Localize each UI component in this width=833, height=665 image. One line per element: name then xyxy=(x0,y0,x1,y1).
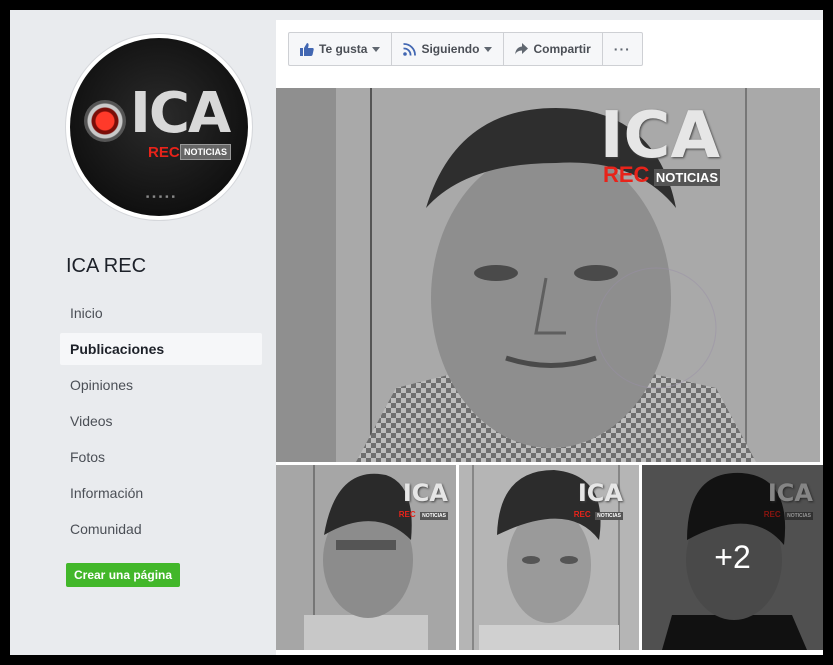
create-page-button[interactable]: Crear una página xyxy=(66,563,181,587)
logo-rec-text: REC xyxy=(148,144,180,161)
logo-noticias-text: NOTICIAS xyxy=(180,144,232,160)
sidebar-item-videos[interactable]: Videos xyxy=(60,405,262,437)
page-avatar[interactable]: ICA REC NOTICIAS ■ ■ ■ ■ ■ xyxy=(66,34,252,220)
logo-ica-text: ICA xyxy=(130,81,231,146)
more-options-button[interactable]: ··· xyxy=(603,33,642,65)
record-icon xyxy=(84,100,126,142)
thumbs-up-icon xyxy=(300,42,314,56)
watermark-noticias: NOTICIAS xyxy=(653,169,720,186)
sidebar-item-publicaciones[interactable]: Publicaciones xyxy=(60,333,262,365)
sidebar-item-informacion[interactable]: Información xyxy=(60,477,262,509)
portrait-photo-image xyxy=(276,88,820,462)
action-button-group: Te gusta Siguiendo Compartir ··· xyxy=(288,32,643,66)
avatar-decoration: ■ ■ ■ ■ ■ xyxy=(146,194,176,200)
chevron-down-icon xyxy=(484,46,493,52)
post-photo-main[interactable]: ICA REC NOTICIAS xyxy=(276,88,820,462)
sidebar-item-inicio[interactable]: Inicio xyxy=(60,297,262,329)
post-photo-thumb-1[interactable]: ICA REC NOTICIAS xyxy=(276,465,456,650)
watermark-rec: REC xyxy=(398,510,416,519)
more-photos-overlay[interactable]: +2 xyxy=(642,465,823,650)
watermark-rec: REC xyxy=(573,510,591,519)
page-actions-bar: Te gusta Siguiendo Compartir ··· xyxy=(276,20,823,80)
share-label: Compartir xyxy=(533,42,591,56)
more-photos-count: +2 xyxy=(714,539,751,575)
post-photo-thumb-2[interactable]: ICA REC NOTICIAS xyxy=(459,465,639,650)
sidebar-item-comunidad[interactable]: Comunidad xyxy=(60,513,262,545)
facebook-page-frame: ICA REC NOTICIAS ■ ■ ■ ■ ■ ICA REC Inici… xyxy=(10,10,823,655)
like-button[interactable]: Te gusta xyxy=(289,33,393,65)
chevron-down-icon xyxy=(372,46,381,52)
photo-watermark: ICA REC NOTICIAS xyxy=(600,104,720,186)
share-arrow-icon xyxy=(515,43,529,55)
sidebar-item-opiniones[interactable]: Opiniones xyxy=(60,369,262,401)
following-button[interactable]: Siguiendo xyxy=(392,33,505,65)
photo-watermark: ICA REC NOTICIAS xyxy=(574,481,623,521)
page-title[interactable]: ICA REC xyxy=(66,255,146,278)
watermark-noticias: NOTICIAS xyxy=(420,512,448,520)
watermark-noticias: NOTICIAS xyxy=(595,512,623,520)
rss-icon xyxy=(403,42,417,56)
watermark-ica: ICA xyxy=(402,479,448,507)
post-photo-thumb-3[interactable]: ICA REC NOTICIAS +2 xyxy=(642,465,823,650)
more-dots-icon: ··· xyxy=(613,41,631,57)
watermark-rec: REC xyxy=(602,162,650,187)
sidebar-item-fotos[interactable]: Fotos xyxy=(60,441,262,473)
left-sidebar: ICA REC NOTICIAS ■ ■ ■ ■ ■ ICA REC Inici… xyxy=(10,10,272,655)
avatar-logo: ICA REC NOTICIAS ■ ■ ■ ■ ■ xyxy=(70,38,248,216)
watermark-ica: ICA xyxy=(577,479,623,507)
watermark-ica: ICA xyxy=(599,99,720,173)
following-label: Siguiendo xyxy=(421,42,480,56)
share-button[interactable]: Compartir xyxy=(504,33,603,65)
post-card: ICA REC NOTICIAS ICA REC NOTICIAS ICA RE… xyxy=(276,80,823,655)
photo-watermark: ICA REC NOTICIAS xyxy=(399,481,448,521)
like-label: Te gusta xyxy=(319,42,368,56)
